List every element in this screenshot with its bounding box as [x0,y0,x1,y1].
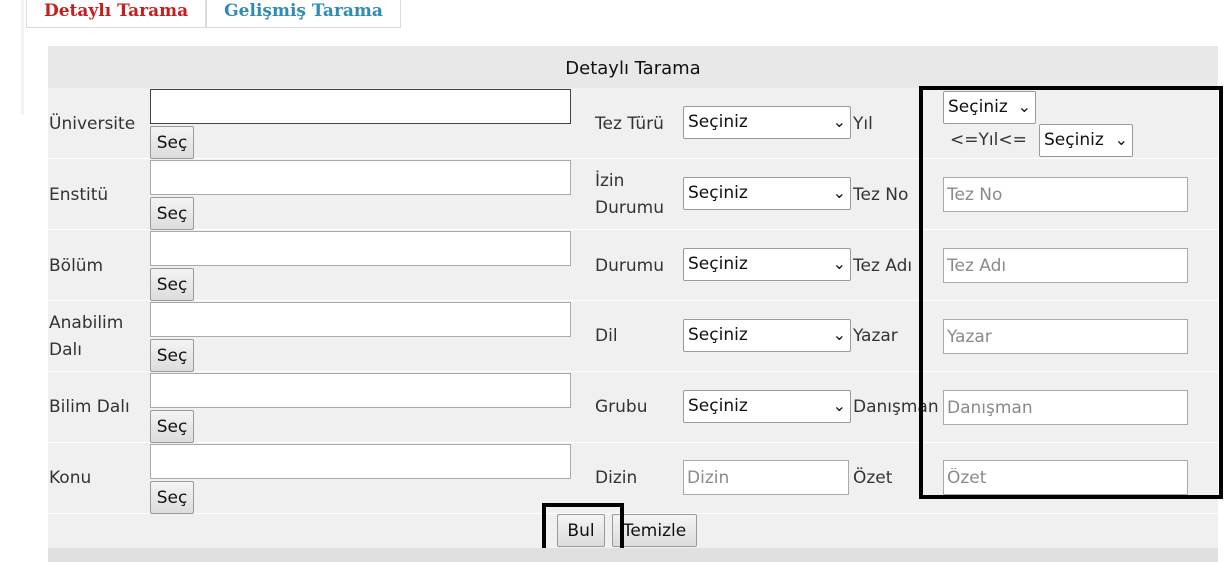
konu-select-button[interactable]: Seç [150,481,194,514]
izin-durumu-label: İzin Durumu [595,171,664,218]
durumu-select[interactable]: Seçiniz ⌄ [683,248,851,281]
left-edge-bar [21,0,24,115]
tez-turu-label: Tez Türü [595,114,664,134]
row-divider [48,371,1218,372]
ozet-label: Özet [853,468,893,488]
tab-detayli-tarama[interactable]: Detaylı Tarama [26,0,207,28]
bilim-dali-select-button[interactable]: Seç [150,410,194,443]
konu-input[interactable] [150,444,571,479]
dizin-input[interactable] [683,460,849,495]
durumu-label: Durumu [595,256,664,276]
tab-bar: Detaylı Tarama Gelişmiş Tarama [26,0,401,28]
chevron-down-icon: ⌄ [832,112,846,131]
yazar-input[interactable] [943,319,1188,354]
dil-select[interactable]: Seçiniz ⌄ [683,319,851,352]
bilim-dali-label: Bilim Dalı [49,397,130,417]
row-divider [48,442,1218,443]
enstitu-select-button[interactable]: Seç [150,197,194,230]
enstitu-input[interactable] [150,160,571,195]
yil-from-selected: Seçiniz [948,97,1008,117]
chevron-down-icon: ⌄ [832,396,846,415]
anabilim-dali-select-button[interactable]: Seç [150,339,194,372]
tez-adi-label: Tez Adı [853,256,913,276]
danisman-label: Danışman [853,397,939,417]
yil-range-text: <=Yıl<= [950,130,1027,150]
search-button[interactable]: Bul [557,514,605,547]
universite-input[interactable] [150,89,571,124]
clear-button[interactable]: Temizle [612,514,697,547]
grubu-select[interactable]: Seçiniz ⌄ [683,390,851,423]
yil-to-selected: Seçiniz [1044,130,1104,150]
row-divider [48,229,1218,230]
chevron-down-icon: ⌄ [832,254,846,273]
bolum-select-button[interactable]: Seç [150,268,194,301]
yil-label: Yıl [853,114,873,134]
ozet-input[interactable] [943,460,1188,495]
grubu-label: Grubu [595,397,648,417]
bilim-dali-input[interactable] [150,373,571,408]
bolum-label: Bölüm [49,256,104,276]
danisman-input[interactable] [943,390,1188,425]
dil-label: Dil [595,326,618,346]
bolum-input[interactable] [150,231,571,266]
dizin-label: Dizin [595,468,638,488]
universite-select-button[interactable]: Seç [150,126,194,159]
izin-durumu-select[interactable]: Seçiniz ⌄ [683,177,851,210]
tez-turu-select[interactable]: Seçiniz ⌄ [683,106,851,139]
anabilim-dali-input[interactable] [150,302,571,337]
tab-gelismis-tarama[interactable]: Gelişmiş Tarama [206,0,401,28]
tez-turu-selected: Seçiniz [688,112,748,132]
row-divider [48,300,1218,301]
footer-strip [48,548,1218,562]
enstitu-label: Enstitü [49,185,109,205]
grubu-selected: Seçiniz [688,396,748,416]
chevron-down-icon: ⌄ [1114,130,1128,149]
izin-durumu-selected: Seçiniz [688,183,748,203]
anabilim-dali-label: Anabilim Dalı [49,313,124,360]
row-divider [48,158,1218,159]
chevron-down-icon: ⌄ [1017,97,1031,116]
panel-title: Detaylı Tarama [48,46,1218,88]
universite-label: Üniversite [49,114,136,134]
yazar-label: Yazar [853,326,898,346]
durumu-selected: Seçiniz [688,254,748,274]
chevron-down-icon: ⌄ [832,183,846,202]
yil-from-select[interactable]: Seçiniz ⌄ [943,91,1036,124]
konu-label: Konu [49,468,92,488]
chevron-down-icon: ⌄ [832,325,846,344]
tez-adi-input[interactable] [943,248,1188,283]
yil-to-select[interactable]: Seçiniz ⌄ [1039,124,1133,157]
tez-no-input[interactable] [943,177,1188,212]
tez-no-label: Tez No [853,185,909,205]
dil-selected: Seçiniz [688,325,748,345]
